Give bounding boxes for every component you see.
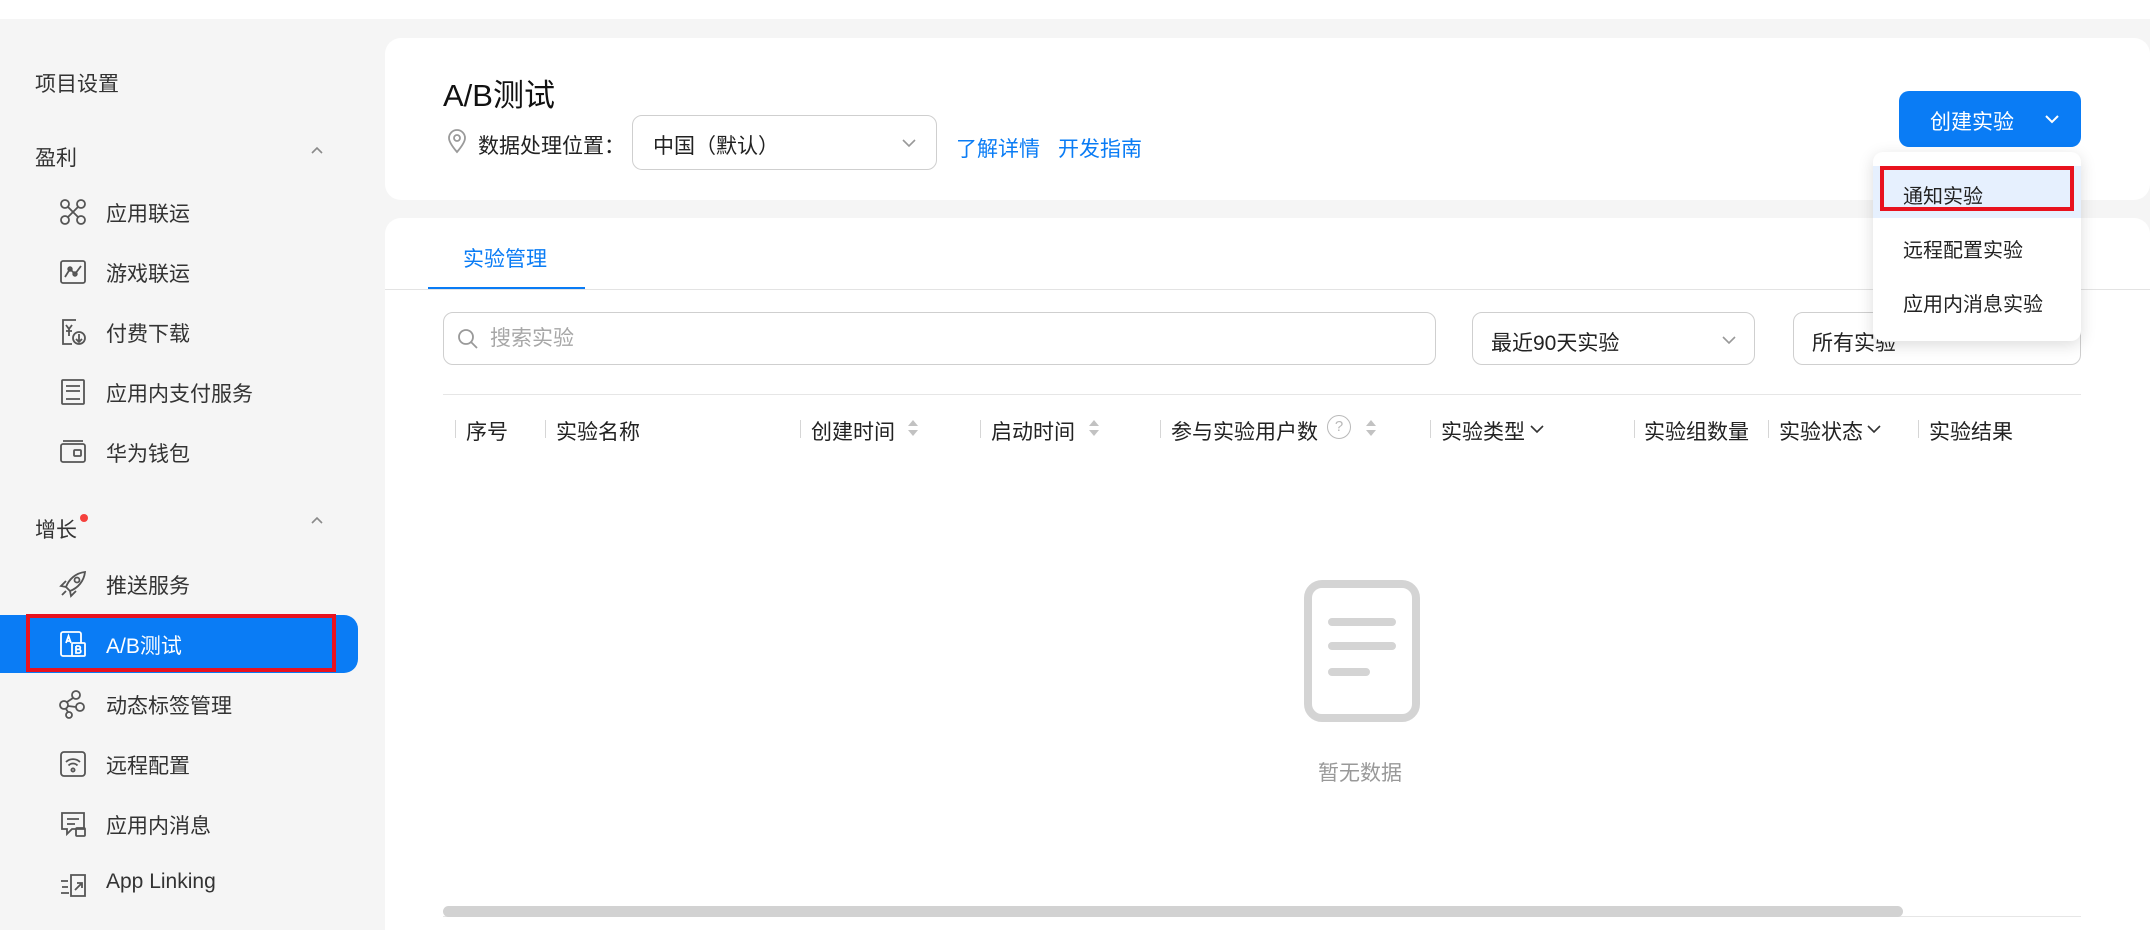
sidebar-item-in-app-message[interactable]: 应用内消息	[0, 795, 358, 853]
sidebar-item-paid-download[interactable]: 付费下载	[0, 303, 358, 361]
in-app-message-icon	[58, 809, 88, 839]
sidebar-item-app-distribution[interactable]: 应用联运	[0, 183, 358, 241]
rocket-icon	[58, 569, 88, 599]
location-pin-icon	[445, 128, 469, 154]
column-header-group-count: 实验组数量	[1644, 421, 1749, 444]
collapse-caret-icon[interactable]	[310, 143, 324, 157]
create-experiment-menu: 通知实验 远程配置实验 应用内消息实验	[1873, 152, 2081, 341]
sidebar-item-label: 应用内支付服务	[106, 383, 253, 406]
paid-download-icon	[58, 317, 88, 347]
sidebar-item-label: 推送服务	[106, 575, 190, 598]
search-icon	[456, 327, 480, 356]
collapse-caret-icon[interactable]	[310, 513, 324, 527]
sidebar-item-wallet[interactable]: 华为钱包	[0, 423, 358, 481]
table-top-line	[443, 394, 2081, 395]
tab-experiment-management[interactable]: 实验管理	[428, 218, 585, 290]
menu-item-in-app-message-experiment[interactable]: 应用内消息实验	[1873, 274, 2081, 326]
sidebar-item-dynamic-tag[interactable]: 动态标签管理	[0, 675, 358, 733]
empty-state-text: 暂无数据	[1318, 762, 1402, 785]
sidebar-item-label: 付费下载	[106, 323, 190, 346]
in-app-payment-icon	[58, 377, 88, 407]
column-separator	[980, 420, 981, 438]
sidebar-item-label: A/B测试	[106, 635, 182, 658]
game-distribution-icon	[58, 257, 88, 287]
time-range-select[interactable]: 最近90天实验	[1472, 312, 1755, 365]
menu-item-label: 应用内消息实验	[1903, 294, 2043, 316]
sidebar-item-label: 动态标签管理	[106, 695, 232, 718]
create-experiment-label: 创建实验	[1930, 111, 2014, 134]
sidebar-item-label: 远程配置	[106, 755, 190, 778]
column-separator	[800, 420, 801, 438]
column-header-name: 实验名称	[556, 421, 640, 444]
menu-item-label: 远程配置实验	[1903, 240, 2023, 262]
sidebar-item-push[interactable]: 推送服务	[0, 555, 358, 613]
app-linking-icon	[58, 869, 88, 899]
region-select[interactable]: 中国（默认）	[632, 115, 937, 170]
search-input[interactable]	[490, 323, 1390, 355]
remote-config-icon	[58, 749, 88, 779]
help-icon[interactable]: ?	[1327, 415, 1351, 439]
ab-test-icon	[58, 629, 88, 659]
column-header-started[interactable]: 启动时间	[991, 416, 1075, 446]
notification-dot	[80, 514, 88, 522]
filter-chevron-icon[interactable]	[1529, 422, 1545, 441]
sort-icon[interactable]	[1364, 418, 1378, 438]
menu-item-remote-config-experiment[interactable]: 远程配置实验	[1873, 220, 2081, 272]
sidebar-item-remote-config[interactable]: 远程配置	[0, 735, 358, 793]
column-separator	[1918, 420, 1919, 438]
menu-item-notification-experiment[interactable]: 通知实验	[1873, 166, 2081, 218]
column-header-users[interactable]: 参与实验用户数	[1171, 416, 1318, 446]
sidebar-project-settings[interactable]: 项目设置	[35, 68, 119, 98]
sidebar-item-label: App Linking	[106, 870, 216, 893]
chevron-down-icon	[1720, 331, 1738, 354]
top-bar	[0, 0, 2150, 19]
sidebar-item-label: 游戏联运	[106, 263, 190, 286]
time-range-value: 最近90天实验	[1491, 332, 1620, 355]
column-header-index: 序号	[466, 421, 508, 444]
column-separator	[455, 420, 456, 438]
app-distribution-icon	[58, 197, 88, 227]
column-separator	[1768, 420, 1769, 438]
sidebar-item-ab-test[interactable]: A/B测试	[0, 615, 358, 673]
location-label: 数据处理位置：	[478, 135, 625, 158]
search-input-box[interactable]	[443, 312, 1436, 365]
empty-document-icon	[1302, 578, 1422, 724]
column-header-type[interactable]: 实验类型	[1441, 416, 1525, 446]
dynamic-tag-icon	[58, 689, 88, 719]
column-header-status[interactable]: 实验状态	[1779, 416, 1863, 446]
menu-item-label: 通知实验	[1903, 186, 1983, 208]
page-title: A/B测试	[443, 78, 555, 113]
sidebar-item-label: 应用内消息	[106, 815, 211, 838]
column-header-created[interactable]: 创建时间	[811, 416, 895, 446]
region-select-value: 中国（默认）	[653, 135, 779, 158]
chevron-down-icon	[900, 134, 918, 157]
filter-chevron-icon[interactable]	[1866, 422, 1882, 441]
column-separator	[1160, 420, 1161, 438]
wallet-icon	[58, 437, 88, 467]
sidebar-item-game-distribution[interactable]: 游戏联运	[0, 243, 358, 301]
learn-more-link[interactable]: 了解详情	[956, 133, 1040, 163]
sidebar-group-growth[interactable]: 增长	[35, 514, 77, 544]
column-separator	[1430, 420, 1431, 438]
sidebar-item-label: 应用联运	[106, 203, 190, 226]
column-separator	[1634, 420, 1635, 438]
column-separator	[545, 420, 546, 438]
horizontal-scrollbar[interactable]	[443, 906, 1903, 917]
dev-guide-link[interactable]: 开发指南	[1058, 133, 1142, 163]
sidebar-group-profit[interactable]: 盈利	[35, 142, 77, 172]
create-experiment-button[interactable]: 创建实验	[1899, 91, 2081, 147]
sidebar-item-in-app-payment[interactable]: 应用内支付服务	[0, 363, 358, 421]
sidebar-item-label: 华为钱包	[106, 443, 190, 466]
sort-icon[interactable]	[1087, 418, 1101, 438]
column-header-result: 实验结果	[1929, 421, 2013, 444]
chevron-down-icon	[2044, 111, 2060, 132]
sort-icon[interactable]	[906, 418, 920, 438]
sidebar-item-app-linking[interactable]: App Linking	[0, 855, 358, 913]
tab-label: 实验管理	[463, 248, 547, 271]
